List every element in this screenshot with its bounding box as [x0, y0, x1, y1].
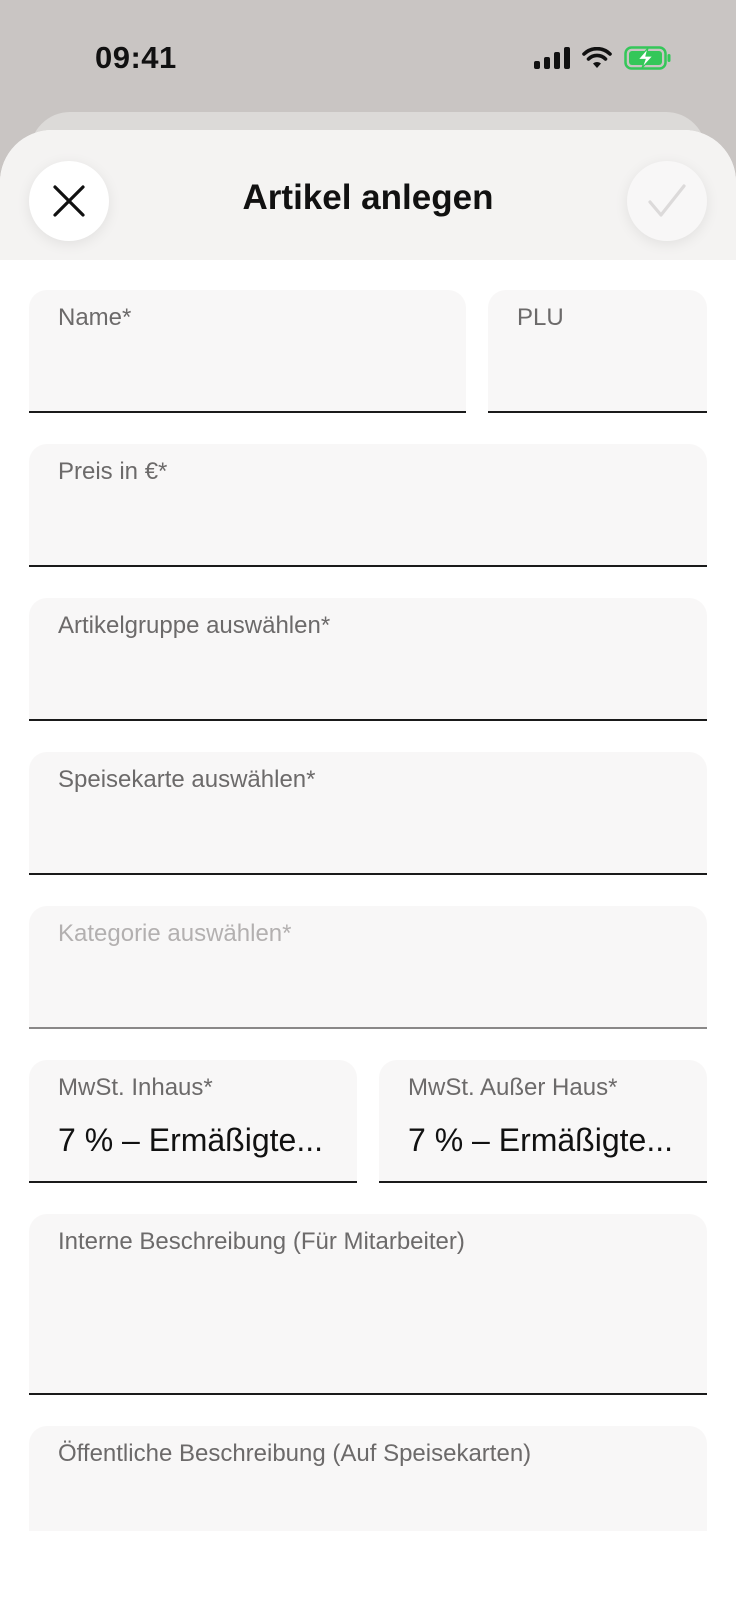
- plu-field[interactable]: PLU: [488, 290, 707, 413]
- page-title: Artikel anlegen: [242, 178, 494, 217]
- status-bar: 09:41: [0, 0, 736, 110]
- vat-takeaway-select[interactable]: MwSt. Außer Haus* 7 % – Ermäßigte...: [379, 1060, 707, 1183]
- battery-charging-icon: [624, 46, 671, 70]
- vat-takeaway-value: 7 % – Ermäßigte...: [408, 1122, 673, 1158]
- sheet-header: Artikel anlegen: [0, 130, 736, 260]
- internal-description-field[interactable]: Interne Beschreibung (Für Mitarbeiter): [29, 1214, 707, 1395]
- confirm-button[interactable]: [627, 161, 707, 241]
- vat-inhouse-label: MwSt. Inhaus*: [58, 1074, 213, 1101]
- price-field[interactable]: Preis in €*: [29, 444, 707, 567]
- signal-icon: [534, 47, 570, 69]
- bottom-safe-area: [0, 1531, 736, 1601]
- category-select[interactable]: Kategorie auswählen*: [29, 906, 707, 1029]
- name-field[interactable]: Name*: [29, 290, 466, 413]
- plu-field-label: PLU: [517, 304, 564, 331]
- status-icons: [534, 46, 672, 70]
- price-field-label: Preis in €*: [58, 458, 168, 485]
- vat-takeaway-label: MwSt. Außer Haus*: [408, 1074, 618, 1101]
- vat-inhouse-select[interactable]: MwSt. Inhaus* 7 % – Ermäßigte...: [29, 1060, 357, 1183]
- internal-description-label: Interne Beschreibung (Für Mitarbeiter): [58, 1228, 465, 1255]
- checkmark-icon: [648, 184, 686, 217]
- article-group-select[interactable]: Artikelgruppe auswählen*: [29, 598, 707, 721]
- public-description-label: Öffentliche Beschreibung (Auf Speisekart…: [58, 1440, 532, 1467]
- menu-select[interactable]: Speisekarte auswählen*: [29, 752, 707, 875]
- article-group-label: Artikelgruppe auswählen*: [58, 612, 331, 639]
- menu-select-label: Speisekarte auswählen*: [58, 766, 316, 793]
- status-time: 09:41: [95, 40, 177, 75]
- category-select-label: Kategorie auswählen*: [58, 920, 292, 947]
- vat-inhouse-value: 7 % – Ermäßigte...: [58, 1122, 323, 1158]
- wifi-icon: [582, 47, 612, 68]
- modal-sheet: Artikel anlegen Name* PLU Preis in €* Ar…: [0, 130, 736, 1601]
- name-field-label: Name*: [58, 304, 132, 331]
